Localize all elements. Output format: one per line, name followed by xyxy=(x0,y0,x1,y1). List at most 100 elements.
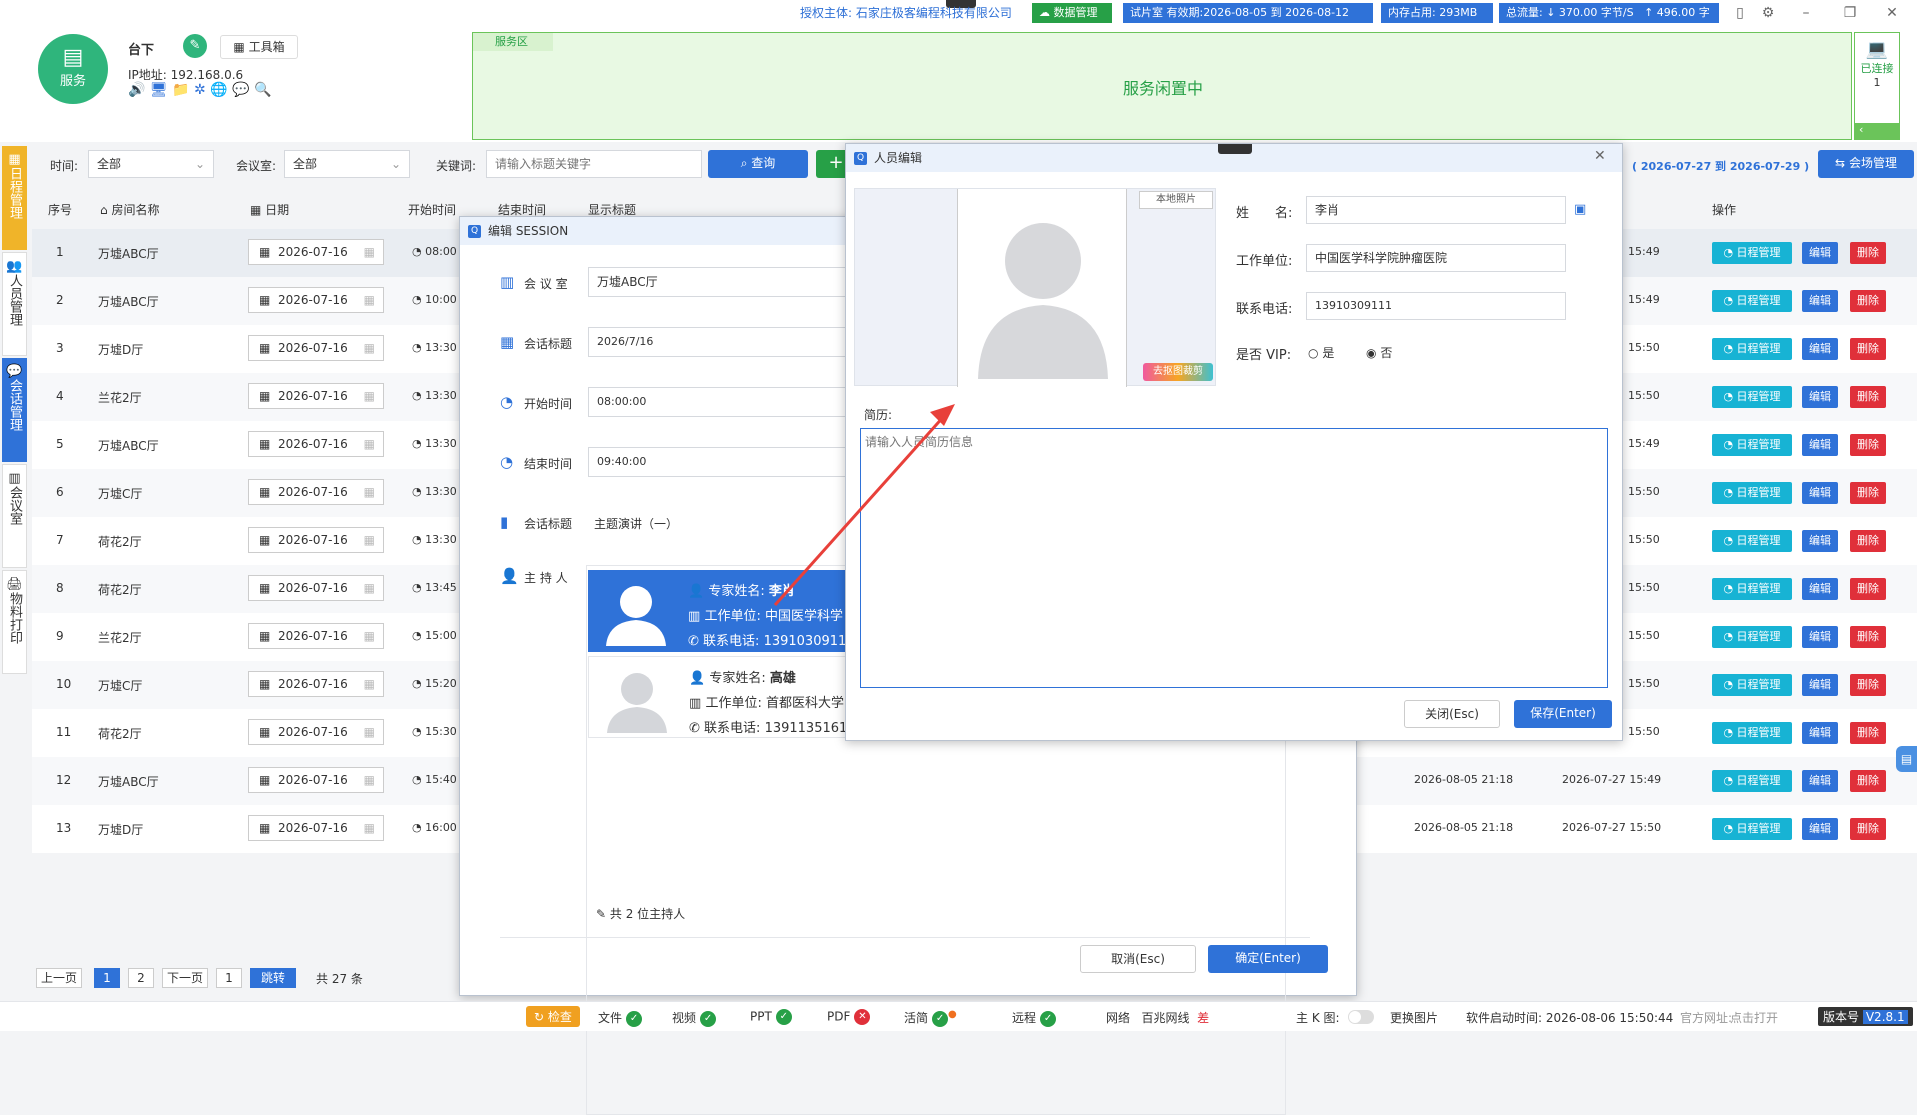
schedule-button[interactable]: ◔ 日程管理 xyxy=(1712,770,1792,792)
speaker-icon[interactable]: 🔊 xyxy=(128,82,145,98)
host-card-selected[interactable]: 👤 专家姓名: 李肖 ▥ 工作单位: 中国医学科学 ✆ 联系电话: 139103… xyxy=(588,570,888,652)
toolbox-button[interactable]: ▦ 工具箱 xyxy=(220,35,298,59)
clipboard-icon[interactable]: ▯ xyxy=(1728,3,1752,23)
delete-button[interactable]: 删除 xyxy=(1850,386,1886,408)
delete-button[interactable]: 删除 xyxy=(1850,626,1886,648)
open-link[interactable]: 点击打开 xyxy=(1730,1009,1778,1026)
next-page-button[interactable]: 下一页 xyxy=(162,968,208,988)
calendar-picker-icon[interactable]: ▦ xyxy=(364,720,375,744)
person-close-button[interactable]: 关闭(Esc) xyxy=(1404,700,1500,728)
local-photo-button[interactable]: 本地照片 xyxy=(1139,191,1213,209)
delete-button[interactable]: 删除 xyxy=(1850,338,1886,360)
row-date[interactable]: ▦ 2026-07-16 ▦ xyxy=(248,239,384,265)
edit-site-icon[interactable]: ✎ xyxy=(183,34,207,58)
venue-mgmt-button[interactable]: ⇆ 会场管理 xyxy=(1818,150,1914,178)
edit-button[interactable]: 编辑 xyxy=(1802,242,1838,264)
row-date[interactable]: ▦ 2026-07-16 ▦ xyxy=(248,527,384,553)
calendar-picker-icon[interactable]: ▦ xyxy=(364,528,375,552)
delete-button[interactable]: 删除 xyxy=(1850,770,1886,792)
sidebar-item-session[interactable]: 💬 会话管理 xyxy=(2,358,27,462)
row-date[interactable]: ▦ 2026-07-16 ▦ xyxy=(248,335,384,361)
delete-button[interactable]: 删除 xyxy=(1850,722,1886,744)
page-jump-input[interactable]: 1 xyxy=(216,968,242,988)
delete-button[interactable]: 删除 xyxy=(1850,482,1886,504)
row-date[interactable]: ▦ 2026-07-16 ▦ xyxy=(248,287,384,313)
host-card[interactable]: 👤 专家姓名: 高雄 ▥ 工作单位: 首都医科大学 ✆ 联系电话: 139113… xyxy=(588,656,888,738)
person-save-button[interactable]: 保存(Enter) xyxy=(1514,700,1612,728)
edit-button[interactable]: 编辑 xyxy=(1802,482,1838,504)
id-card-icon[interactable]: ▣ xyxy=(1574,202,1586,217)
k-toggle[interactable] xyxy=(1348,1010,1374,1024)
row-date[interactable]: ▦ 2026-07-16 ▦ xyxy=(248,479,384,505)
delete-button[interactable]: 删除 xyxy=(1850,578,1886,600)
prev-page-button[interactable]: 上一页 xyxy=(36,968,82,988)
schedule-button[interactable]: ◔ 日程管理 xyxy=(1712,338,1792,360)
row-date[interactable]: ▦ 2026-07-16 ▦ xyxy=(248,383,384,409)
restore-icon[interactable]: ❐ xyxy=(1838,3,1862,23)
schedule-button[interactable]: ◔ 日程管理 xyxy=(1712,290,1792,312)
schedule-button[interactable]: ◔ 日程管理 xyxy=(1712,578,1792,600)
wechat-icon[interactable]: 💬 xyxy=(232,82,249,98)
delete-button[interactable]: 删除 xyxy=(1850,290,1886,312)
schedule-button[interactable]: ◔ 日程管理 xyxy=(1712,386,1792,408)
edit-button[interactable]: 编辑 xyxy=(1802,578,1838,600)
folder-icon[interactable]: 📁 xyxy=(172,82,189,98)
row-date[interactable]: ▦ 2026-07-16 ▦ xyxy=(248,767,384,793)
close-icon[interactable]: ✕ xyxy=(1594,148,1606,164)
schedule-button[interactable]: ◔ 日程管理 xyxy=(1712,482,1792,504)
delete-button[interactable]: 删除 xyxy=(1850,674,1886,696)
room-select[interactable]: 全部 ⌄ xyxy=(284,150,410,178)
change-image-button[interactable]: 更换图片 xyxy=(1390,1009,1438,1026)
sidebar-item-people[interactable]: 👥 人员管理 xyxy=(2,252,27,356)
row-date[interactable]: ▦ 2026-07-16 ▦ xyxy=(248,623,384,649)
service-logo[interactable]: ▤ 服务 xyxy=(38,34,108,104)
calendar-picker-icon[interactable]: ▦ xyxy=(364,480,375,504)
schedule-button[interactable]: ◔ 日程管理 xyxy=(1712,674,1792,696)
display-title-value[interactable]: 主题演讲（一） xyxy=(594,515,678,532)
calendar-picker-icon[interactable]: ▦ xyxy=(364,432,375,456)
data-mgmt-button[interactable]: ☁ 数据管理 xyxy=(1032,3,1112,23)
crop-button[interactable]: 去抠图裁剪 xyxy=(1143,363,1213,381)
delete-button[interactable]: 删除 xyxy=(1850,530,1886,552)
settings-icon[interactable]: ⚙ xyxy=(1756,3,1780,23)
close-window-icon[interactable]: ✕ xyxy=(1880,3,1904,23)
row-date[interactable]: ▦ 2026-07-16 ▦ xyxy=(248,815,384,841)
schedule-button[interactable]: ◔ 日程管理 xyxy=(1712,434,1792,456)
edit-button[interactable]: 编辑 xyxy=(1802,818,1838,840)
schedule-button[interactable]: ◔ 日程管理 xyxy=(1712,530,1792,552)
bio-textarea[interactable] xyxy=(860,428,1608,688)
vip-yes-radio[interactable]: ○ 是 xyxy=(1308,344,1334,361)
edit-button[interactable]: 编辑 xyxy=(1802,434,1838,456)
calendar-picker-icon[interactable]: ▦ xyxy=(364,672,375,696)
sidebar-item-room[interactable]: ▥ 会议室 xyxy=(2,464,27,568)
globe-icon[interactable]: 🌐 xyxy=(210,82,227,98)
schedule-button[interactable]: ◔ 日程管理 xyxy=(1712,626,1792,648)
edit-button[interactable]: 编辑 xyxy=(1802,626,1838,648)
calendar-picker-icon[interactable]: ▦ xyxy=(364,576,375,600)
sidebar-item-schedule[interactable]: ▦ 日程管理 xyxy=(2,146,27,250)
calendar-picker-icon[interactable]: ▦ xyxy=(364,624,375,648)
calendar-picker-icon[interactable]: ▦ xyxy=(364,288,375,312)
session-cancel-button[interactable]: 取消(Esc) xyxy=(1080,945,1196,973)
jump-button[interactable]: 跳转 xyxy=(250,968,296,988)
window-grip[interactable] xyxy=(1218,144,1252,154)
network-icon[interactable]: ✲ xyxy=(194,82,206,98)
vip-no-radio[interactable]: ◉ 否 xyxy=(1366,344,1392,361)
calendar-picker-icon[interactable]: ▦ xyxy=(364,336,375,360)
page-2-button[interactable]: 2 xyxy=(128,968,154,988)
calendar-picker-icon[interactable]: ▦ xyxy=(364,768,375,792)
calendar-picker-icon[interactable]: ▦ xyxy=(364,384,375,408)
collapse-icon[interactable]: ‹ xyxy=(1855,123,1899,139)
sidebar-item-print[interactable]: 🖨 物料打印 xyxy=(2,570,27,674)
edit-button[interactable]: 编辑 xyxy=(1802,722,1838,744)
monitor-icon[interactable]: 🖥 xyxy=(150,82,168,98)
schedule-button[interactable]: ◔ 日程管理 xyxy=(1712,818,1792,840)
query-button[interactable]: ⌕ 查询 xyxy=(708,150,808,178)
row-date[interactable]: ▦ 2026-07-16 ▦ xyxy=(248,431,384,457)
calendar-picker-icon[interactable]: ▦ xyxy=(364,816,375,840)
time-select[interactable]: 全部 ⌄ xyxy=(88,150,214,178)
schedule-button[interactable]: ◔ 日程管理 xyxy=(1712,722,1792,744)
minimize-icon[interactable]: – xyxy=(1794,3,1818,23)
edit-button[interactable]: 编辑 xyxy=(1802,770,1838,792)
edit-button[interactable]: 编辑 xyxy=(1802,290,1838,312)
